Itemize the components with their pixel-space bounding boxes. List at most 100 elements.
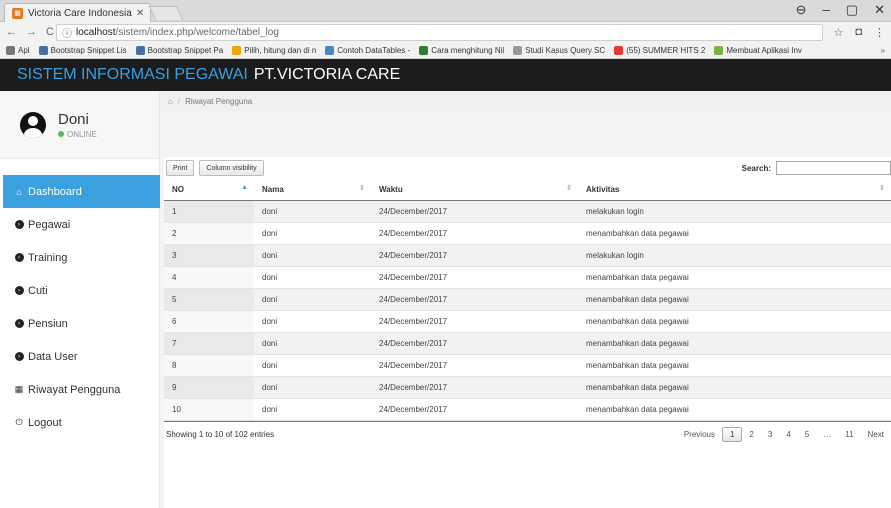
sidebar-item-label: Pegawai <box>28 218 71 231</box>
table-cell: doni <box>254 222 371 245</box>
table-row[interactable]: 9 doni 24/December/2017 menambahkan data pe… <box>164 376 891 399</box>
table-row[interactable]: 4 doni 24/December/2017 menambahkan data pe… <box>164 266 891 289</box>
sidebar-menu: ⌂ Dashboard › Pegawai › Training › Cuti › Pensiun… <box>0 175 160 439</box>
table-cell: menambahkan data pegawai <box>578 266 891 289</box>
bookmark-item[interactable]: Membuat Aplikasi Inv <box>714 45 802 55</box>
table-row[interactable]: 3 doni 24/December/2017 melakukan login <box>164 244 891 267</box>
column-visibility-button[interactable]: Column visibility <box>199 160 264 176</box>
search-group: Search: <box>742 161 891 175</box>
table-cell: doni <box>254 310 371 333</box>
column-header-aktivitas[interactable]: Aktivitas ⇕ <box>578 180 891 201</box>
close-window-icon[interactable]: ✕ <box>874 2 885 18</box>
reload-icon[interactable]: C <box>46 26 54 38</box>
table-cell: melakukan login <box>578 244 891 267</box>
table-row[interactable]: 1 doni 24/December/2017 melakukan login <box>164 200 891 223</box>
sidebar-item-data-user[interactable]: › Data User <box>0 340 159 373</box>
page-button[interactable]: 2 <box>742 428 760 441</box>
table-cell: 24/December/2017 <box>371 200 578 223</box>
extension-icon[interactable]: ◘ <box>855 26 862 39</box>
table-panel: Print Column visibility Search: NO ▲ Nama… <box>164 157 891 508</box>
bookmark-icon <box>325 45 335 55</box>
sidebar-item-label: Pensiun <box>28 317 68 330</box>
page-button[interactable]: 1 <box>721 426 743 442</box>
app-title-blue: SISTEM INFORMASI PEGAWAI <box>17 66 248 83</box>
breadcrumb-current: Riwayat Pengguna <box>185 96 253 106</box>
home-icon[interactable]: ⌂ <box>168 97 173 106</box>
bookmark-item[interactable]: Cara menghitung Nil <box>419 45 504 55</box>
sidebar-item-label: Riwayat Pengguna <box>28 383 121 396</box>
close-tab-icon[interactable]: ✕ <box>136 8 150 19</box>
sidebar-item-riwayat-pengguna[interactable]: ▦ Riwayat Pengguna <box>0 373 159 406</box>
table-row[interactable]: 8 doni 24/December/2017 menambahkan data pe… <box>164 354 891 377</box>
bookmark-icon <box>614 45 624 55</box>
bookmark-item[interactable]: Pilih, hitung dan di n <box>232 45 316 55</box>
page-button[interactable]: 11 <box>838 428 860 441</box>
circle-arrow-icon: › <box>14 220 24 229</box>
info-icon[interactable]: ⓘ <box>62 25 72 40</box>
home-icon: ⌂ <box>16 186 22 197</box>
log-table: NO ▲ Nama ⇕ Waktu ⇕ Aktivitas ⇕ 1 doni 24/Dece… <box>164 180 891 421</box>
bookmark-item[interactable]: Apl <box>6 45 30 55</box>
bookmark-item[interactable]: Contoh DataTables - <box>325 45 410 55</box>
page-button[interactable]: 5 <box>798 428 816 441</box>
avatar <box>20 111 46 138</box>
profile-icon[interactable]: ⊖ <box>796 2 807 18</box>
table-cell: menambahkan data pegawai <box>578 288 891 311</box>
sidebar-item-pensiun[interactable]: › Pensiun <box>0 307 159 340</box>
bookmark-item[interactable]: (55) SUMMER HITS 2 <box>614 45 705 55</box>
bookmark-item[interactable]: Bootstrap Snippet Pa <box>135 45 224 55</box>
sidebar-item-pegawai[interactable]: › Pegawai <box>0 208 159 241</box>
star-icon[interactable]: ☆ <box>833 26 843 39</box>
bookmark-item[interactable]: Studi Kasus Query SC <box>513 45 606 55</box>
bookmark-label: Bootstrap Snippet Lis <box>50 45 127 55</box>
column-header-nama[interactable]: Nama ⇕ <box>254 180 371 201</box>
circle-arrow-icon: › <box>14 319 24 328</box>
circle-arrow-icon: › <box>14 286 24 295</box>
table-cell: doni <box>254 244 371 267</box>
next-page-button[interactable]: Next <box>861 428 891 441</box>
header-label: Waktu <box>379 185 403 195</box>
bookmark-label: Studi Kasus Query SC <box>525 45 606 55</box>
sidebar-item-dashboard[interactable]: ⌂ Dashboard <box>3 175 160 208</box>
print-button[interactable]: Print <box>166 160 195 176</box>
table-cell: menambahkan data pegawai <box>578 332 891 355</box>
previous-page-button[interactable]: Previous <box>677 428 722 441</box>
table-cell: melakukan login <box>578 200 891 223</box>
forward-icon[interactable]: → <box>26 26 37 38</box>
table-cell: doni <box>254 266 371 289</box>
maximize-icon[interactable]: ▢ <box>846 2 858 18</box>
column-header-waktu[interactable]: Waktu ⇕ <box>371 180 578 201</box>
search-input[interactable] <box>776 161 891 175</box>
sidebar-item-training[interactable]: › Training <box>0 241 159 274</box>
sidebar-item-logout[interactable]: ⏻ Logout <box>0 406 159 439</box>
back-icon[interactable]: ← <box>6 26 17 38</box>
table-row[interactable]: 6 doni 24/December/2017 menambahkan data pe… <box>164 310 891 333</box>
minimize-icon[interactable]: – <box>823 2 830 18</box>
circle-arrow-icon: › <box>14 253 24 262</box>
url-input[interactable]: ⓘ localhost/sistem/index.php/welcome/tab… <box>56 23 824 41</box>
table-cell: 5 <box>164 288 254 311</box>
user-panel: Doni ONLINE <box>0 91 159 159</box>
breadcrumb: ⌂ / Riwayat Pengguna <box>160 91 891 111</box>
page-button[interactable]: … <box>816 428 838 441</box>
table-row[interactable]: 2 doni 24/December/2017 menambahkan data pe… <box>164 222 891 245</box>
table-row[interactable]: 7 doni 24/December/2017 menambahkan data pe… <box>164 332 891 355</box>
bookmark-item[interactable]: Bootstrap Snippet Lis <box>38 45 127 55</box>
table-row[interactable]: 5 doni 24/December/2017 menambahkan data pe… <box>164 288 891 311</box>
table-cell: 24/December/2017 <box>371 266 578 289</box>
table-row[interactable]: 10 doni 24/December/2017 menambahkan data p… <box>164 398 891 421</box>
bookmark-icon <box>38 45 48 55</box>
page-button[interactable]: 4 <box>779 428 797 441</box>
sidebar-item-cuti[interactable]: › Cuti <box>0 274 159 307</box>
bookmarks-bar: Apl Bootstrap Snippet Lis Bootstrap Snippe… <box>0 42 891 59</box>
bookmark-label: Bootstrap Snippet Pa <box>147 45 224 55</box>
new-tab-button[interactable] <box>148 6 184 20</box>
bookmarks-overflow-icon[interactable]: » <box>881 46 885 55</box>
menu-icon[interactable]: ⋮ <box>874 26 885 39</box>
window-controls: ⊖ – ▢ ✕ <box>796 2 885 18</box>
main-content: ⌂ / Riwayat Pengguna Print Column visibi… <box>160 91 891 508</box>
sort-icon: ⇕ <box>359 185 365 192</box>
page-button[interactable]: 3 <box>761 428 779 441</box>
column-header-no[interactable]: NO ▲ <box>164 180 254 201</box>
browser-tab[interactable]: ▦ Victoria Care Indonesia ✕ <box>4 3 151 22</box>
